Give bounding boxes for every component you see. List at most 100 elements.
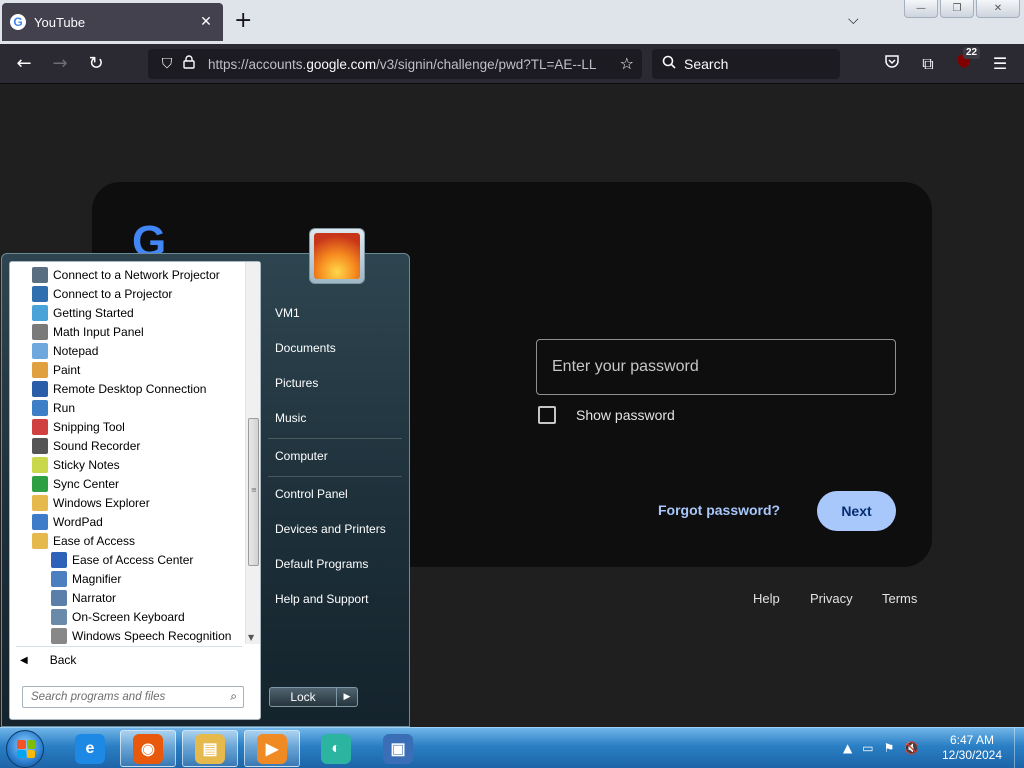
url-text[interactable]: https://accounts.google.com/v3/signin/ch… <box>208 57 604 72</box>
start-search-input[interactable]: Search programs and files ⌕ <box>22 686 244 708</box>
program-item[interactable]: Ease of Access <box>32 531 135 550</box>
tab-close-icon[interactable]: ✕ <box>197 14 215 30</box>
show-password-label[interactable]: Show password <box>576 407 675 423</box>
taskbar-app-button[interactable]: ▣ <box>370 730 426 767</box>
control-panel-link[interactable]: Control Panel <box>275 487 348 501</box>
forgot-password-link[interactable]: Forgot password? <box>658 502 780 518</box>
start-button[interactable] <box>6 730 44 768</box>
internet-explorer-icon: e <box>75 733 105 764</box>
taskbar-app-button[interactable]: e <box>62 730 118 767</box>
extensions-puzzle-icon[interactable]: ⧉ <box>917 53 939 75</box>
program-item[interactable]: Sticky Notes <box>32 455 120 474</box>
show-desktop-button[interactable] <box>1014 728 1024 768</box>
volume-muted-icon[interactable]: 🔇 <box>904 741 919 755</box>
user-picture[interactable] <box>309 228 365 284</box>
program-item[interactable]: Connect to a Network Projector <box>32 265 220 284</box>
password-input[interactable]: Enter your password <box>536 339 896 395</box>
taskbar-app-button[interactable]: ◉ <box>120 730 176 767</box>
lock-icon[interactable] <box>180 55 198 73</box>
new-tab-button[interactable]: + <box>234 10 252 32</box>
extension-badge: 22 <box>963 47 981 59</box>
program-item[interactable]: Sync Center <box>32 474 119 493</box>
bookmark-star-icon[interactable]: ☆ <box>620 54 634 73</box>
program-item[interactable]: Magnifier <box>51 569 121 588</box>
pocket-icon[interactable] <box>881 53 903 75</box>
program-item[interactable]: Paint <box>32 360 80 379</box>
scrollbar-thumb[interactable]: ≡ <box>248 418 259 566</box>
firefox-icon: ◉ <box>133 733 163 764</box>
window-controls: — ❐ ✕ <box>902 0 1020 18</box>
pictures-link[interactable]: Pictures <box>275 376 318 390</box>
minimize-button[interactable]: — <box>904 0 938 18</box>
program-item[interactable]: Narrator <box>51 588 116 607</box>
url-bar[interactable]: ⛉ https://accounts.google.com/v3/signin/… <box>148 49 642 79</box>
devices-printers-link[interactable]: Devices and Printers <box>275 522 386 536</box>
program-item[interactable]: WordPad <box>32 512 103 531</box>
program-item[interactable]: Run <box>32 398 75 417</box>
back-button[interactable]: ◀ Back <box>20 650 76 670</box>
program-label: Ease of Access <box>53 533 136 548</box>
clock[interactable]: 6:47 AM 12/30/2024 <box>930 733 1014 763</box>
forward-arrow-icon[interactable]: → <box>49 53 71 75</box>
browser-titlebar: G YouTube ✕ + ⌵ — ❐ ✕ <box>0 0 1024 44</box>
back-label: Back <box>49 653 77 667</box>
shutdown-options-arrow-icon[interactable]: ▶ <box>337 687 358 707</box>
music-link[interactable]: Music <box>275 411 306 425</box>
restore-button[interactable]: ❐ <box>940 0 974 18</box>
program-item[interactable]: Sound Recorder <box>32 436 140 455</box>
programs-scrollbar[interactable]: ≡ ▼ <box>245 262 260 644</box>
start-menu: Connect to a Network Projector Connect to… <box>1 228 410 727</box>
terms-link[interactable]: Terms <box>882 591 917 606</box>
lock-button[interactable]: Lock <box>269 687 337 707</box>
taskbar-app-button[interactable]: ▶ <box>244 730 300 767</box>
paint-icon <box>32 361 48 378</box>
back-arrow-icon[interactable]: ← <box>13 53 35 75</box>
list-tabs-chevron-icon[interactable]: ⌵ <box>848 12 859 28</box>
app-icon: ◐ <box>321 733 351 764</box>
program-label: Paint <box>53 362 81 377</box>
program-item[interactable]: Windows Speech Recognition <box>51 626 231 644</box>
computer-link[interactable]: Computer <box>275 449 328 463</box>
show-password-checkbox[interactable] <box>538 406 556 424</box>
program-item[interactable]: Connect to a Projector <box>32 284 172 303</box>
show-hidden-icons-arrow-icon[interactable]: ▲ <box>843 741 852 755</box>
taskbar-app-button[interactable]: ▤ <box>182 730 238 767</box>
browser-tab[interactable]: G YouTube ✕ <box>2 3 223 41</box>
search-bar[interactable]: Search <box>652 49 840 79</box>
url-prefix: https://accounts. <box>208 56 307 72</box>
program-item[interactable]: On-Screen Keyboard <box>51 607 185 626</box>
default-programs-link[interactable]: Default Programs <box>275 557 368 571</box>
folder-icon <box>32 532 48 549</box>
action-center-flag-icon[interactable]: ⚑ <box>884 741 895 755</box>
program-label: Math Input Panel <box>53 324 144 339</box>
documents-link[interactable]: Documents <box>275 341 336 355</box>
program-item[interactable]: Notepad <box>32 341 98 360</box>
system-tray: ▲ ▭ ⚑ 🔇 <box>843 741 929 755</box>
privacy-link[interactable]: Privacy <box>810 591 853 606</box>
next-button[interactable]: Next <box>817 491 896 531</box>
ublock-extension-icon[interactable]: 22 <box>953 47 981 75</box>
magnifier-search-icon[interactable]: ⌕ <box>230 689 237 704</box>
reload-icon[interactable]: ↻ <box>85 53 107 75</box>
program-item[interactable]: Getting Started <box>32 303 134 322</box>
program-item[interactable]: Remote Desktop Connection <box>32 379 206 398</box>
show-password-row[interactable]: Show password <box>538 406 675 424</box>
tracking-shield-icon[interactable]: ⛉ <box>158 56 176 72</box>
network-icon[interactable]: ▭ <box>862 741 873 755</box>
taskbar-app-button[interactable]: ◐ <box>308 730 364 767</box>
help-link[interactable]: Help <box>753 591 780 606</box>
wordpad-icon <box>32 513 48 530</box>
close-window-button[interactable]: ✕ <box>976 0 1020 18</box>
sticky-notes-icon <box>32 456 48 473</box>
scroll-down-arrow-icon[interactable]: ▼ <box>248 633 254 642</box>
menu-hamburger-icon[interactable]: ☰ <box>989 53 1011 75</box>
user-name-link[interactable]: VM1 <box>275 306 300 320</box>
help-support-link[interactable]: Help and Support <box>275 592 368 606</box>
back-triangle-icon: ◀ <box>20 654 28 666</box>
search-icon <box>662 55 676 73</box>
program-item[interactable]: Math Input Panel <box>32 322 144 341</box>
tab-title: YouTube <box>34 14 86 30</box>
program-item[interactable]: Windows Explorer <box>32 493 150 512</box>
program-item[interactable]: Ease of Access Center <box>51 550 193 569</box>
program-item[interactable]: Snipping Tool <box>32 417 125 436</box>
